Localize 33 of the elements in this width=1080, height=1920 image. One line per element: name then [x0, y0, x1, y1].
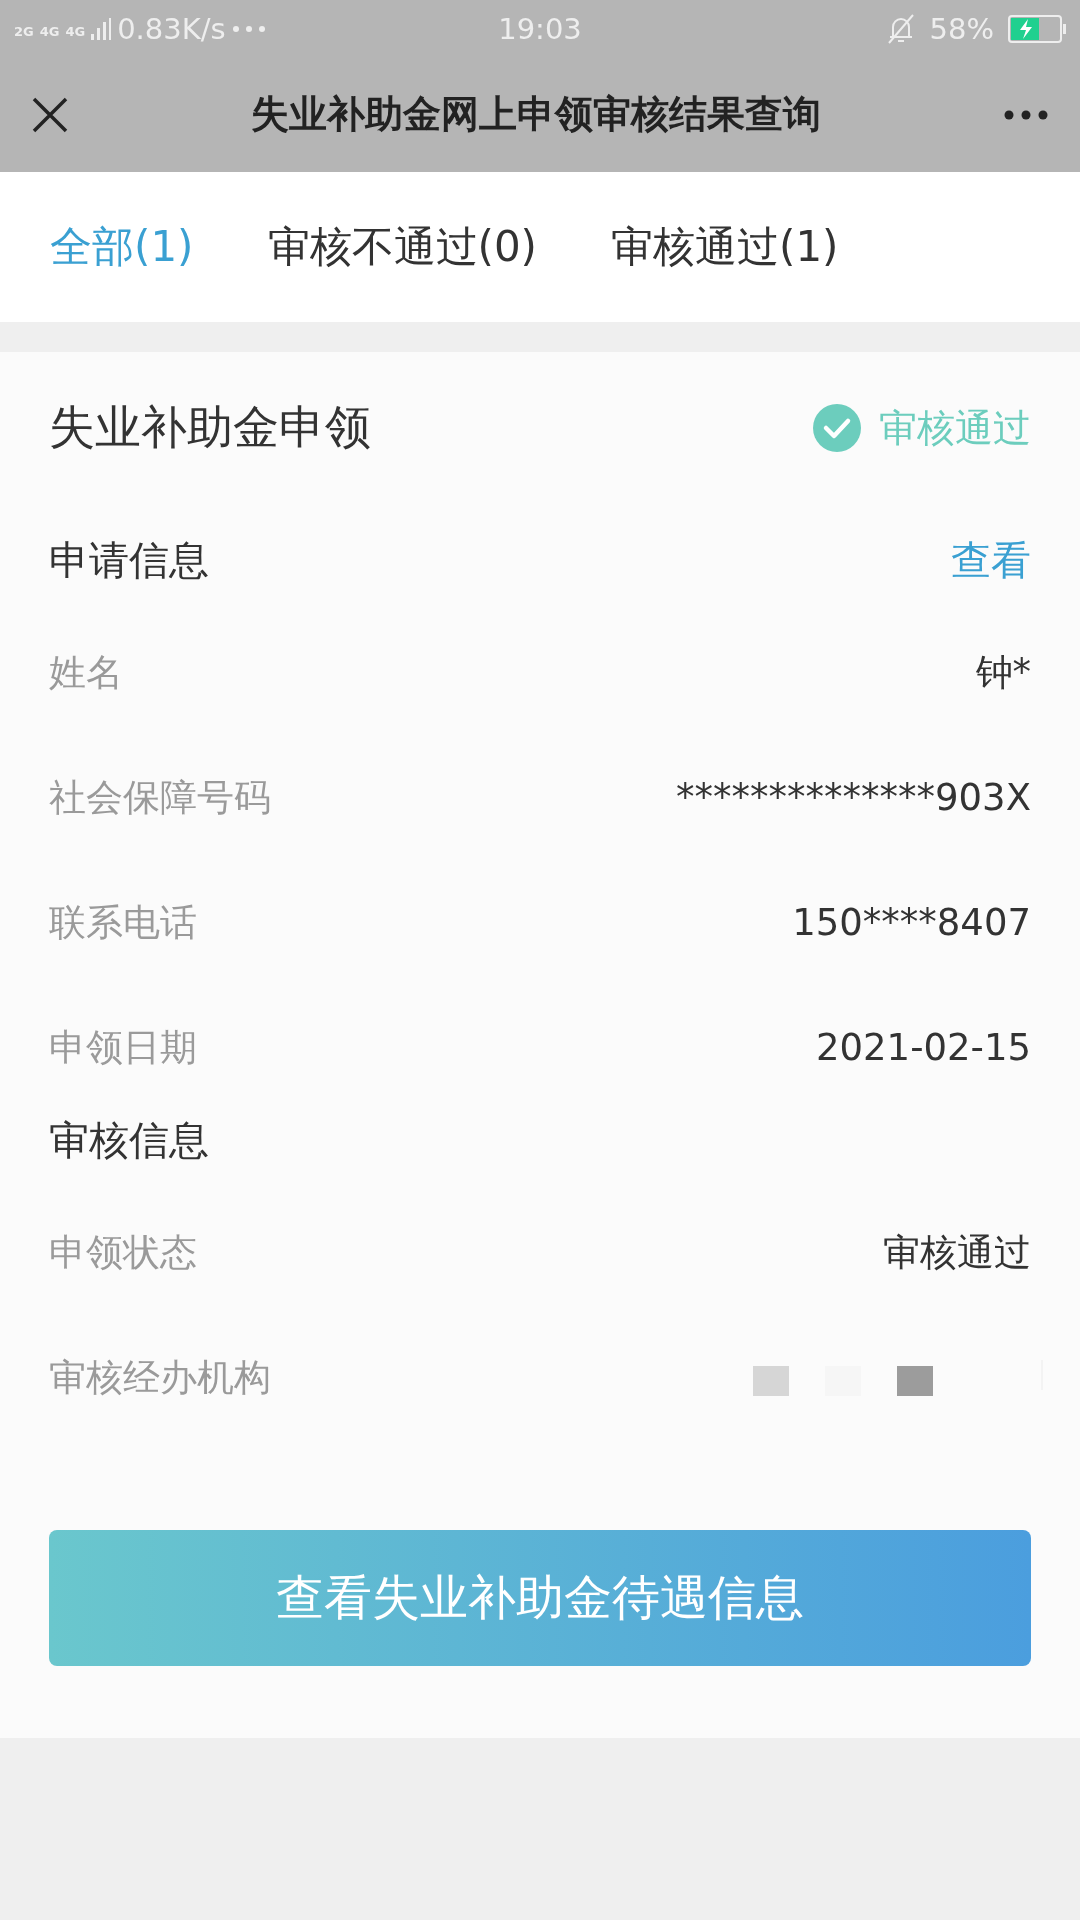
- field-value: 2021-02-15: [815, 1026, 1031, 1069]
- clock: 19:03: [497, 11, 583, 46]
- field-value: 钟*: [975, 649, 1031, 696]
- field-label: 联系电话: [49, 899, 197, 946]
- signal-icon: [91, 17, 112, 40]
- card-title: 失业补助金申领: [49, 399, 371, 456]
- filter-tab[interactable]: 审核不通过(0): [267, 219, 537, 275]
- page-title: 失业补助金网上申领审核结果查询: [250, 91, 822, 138]
- field-label: 申领状态: [49, 1229, 197, 1276]
- signal-label: 2G: [14, 23, 34, 39]
- signal-label: 4G: [39, 23, 60, 39]
- more-icon[interactable]: [1004, 109, 1048, 120]
- check-circle-icon: [813, 404, 861, 452]
- view-link[interactable]: 查看: [951, 532, 1031, 588]
- filter-tab[interactable]: 审核通过(1): [611, 219, 839, 275]
- field-value: 审核通过: [883, 1229, 1031, 1276]
- view-benefits-button[interactable]: 查看失业补助金待遇信息: [49, 1530, 1031, 1666]
- close-icon[interactable]: [32, 96, 68, 133]
- field-label: 社会保障号码: [49, 774, 271, 821]
- field-label: 姓名: [49, 649, 123, 696]
- network-speed: 0.83K/s: [117, 11, 226, 46]
- section-title: 申请信息: [49, 535, 209, 585]
- muted-bell-icon: [885, 12, 916, 45]
- field-value: 150****8407: [792, 901, 1031, 944]
- field-label: 申领日期: [49, 1024, 197, 1071]
- field-value: **************903X: [676, 776, 1031, 819]
- battery-level: 58%: [929, 11, 994, 46]
- filter-tab[interactable]: 全部(1): [50, 219, 194, 275]
- section-title: 审核信息: [49, 1115, 209, 1165]
- review-status: 审核通过: [879, 404, 1031, 452]
- field-label: 审核经办机构: [49, 1354, 271, 1401]
- more-icon: [231, 24, 266, 33]
- signal-label: 4G: [65, 23, 86, 39]
